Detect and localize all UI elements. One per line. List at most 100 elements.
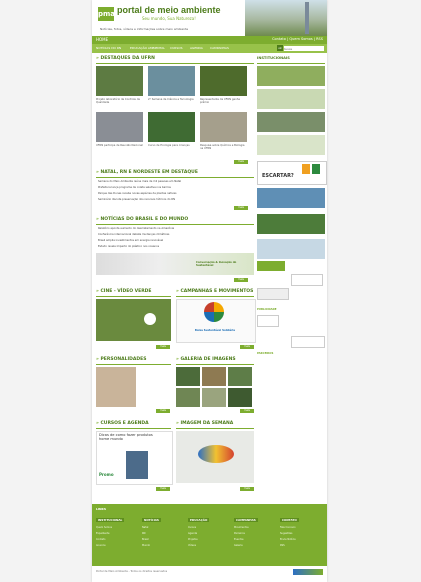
partner-logo[interactable] <box>257 315 279 327</box>
news-link[interactable]: Estudo revela impacto do plástico nos oc… <box>98 245 159 248</box>
news-photo[interactable] <box>96 112 143 142</box>
partner-logo[interactable] <box>257 261 285 271</box>
news-caption[interactable]: UFRN participa de Reunião Nacional <box>96 144 143 147</box>
footer-link[interactable]: Envie Notícia <box>280 538 296 541</box>
subnav-item[interactable]: AGENDA <box>190 46 203 50</box>
sidebar-banner[interactable] <box>257 135 325 155</box>
gallery-thumb[interactable] <box>176 367 200 386</box>
gallery-thumb[interactable] <box>228 388 252 407</box>
section-title: » IMAGEM DA SEMANA <box>176 421 254 429</box>
news-caption[interactable]: Curso de Ecologia para crianças <box>148 144 195 147</box>
section-title: » GALERIA DE IMAGENS <box>176 357 254 365</box>
more-button[interactable]: mais <box>240 487 254 491</box>
subnav-item[interactable]: CAMPANHAS <box>210 46 229 50</box>
footer-link[interactable]: RN <box>142 532 145 535</box>
news-caption[interactable]: Projeto laboratório de Controle de Quali… <box>96 98 143 104</box>
footer-link[interactable]: Movimentos <box>234 526 249 529</box>
news-caption[interactable]: Pesquisa sobre Química e Biologia na UFR… <box>200 144 247 150</box>
person-photo[interactable] <box>96 367 136 407</box>
news-photo[interactable] <box>148 66 195 96</box>
footer-link[interactable]: Quem Somos <box>96 526 112 529</box>
subnav-item[interactable]: CURSOS <box>170 46 183 50</box>
footer-link[interactable]: Cursos <box>188 526 196 529</box>
site-subtitle: Seu mundo, Sua Natureza! <box>142 16 196 21</box>
footer-link[interactable]: Projetos <box>188 538 198 541</box>
news-link[interactable]: Relatório aponta aumento do desmatamento… <box>98 227 174 230</box>
site-tagline: Notícias, fotos, vídeos e informações so… <box>100 27 189 31</box>
gallery-thumb[interactable] <box>202 367 226 386</box>
partner-logos-strip[interactable] <box>293 569 323 575</box>
news-link[interactable]: Prefeitura lança programa de coleta sele… <box>98 186 171 189</box>
more-button[interactable]: mais <box>234 160 248 164</box>
news-photo[interactable] <box>148 112 195 142</box>
footer-link[interactable]: Sugestões <box>280 532 292 535</box>
gallery-thumb[interactable] <box>228 367 252 386</box>
section-title: » DESTAQUES DA UFRN <box>96 56 254 64</box>
gallery-thumb[interactable] <box>202 388 226 407</box>
news-link[interactable]: Brasil amplia investimentos em energia r… <box>98 239 163 242</box>
footer-column-title: CAMPANHAS <box>234 518 258 522</box>
more-button[interactable]: mais <box>240 345 254 349</box>
sidebar-banner[interactable] <box>257 112 325 132</box>
partner-logo[interactable] <box>291 336 325 348</box>
footer-link[interactable]: Vídeos <box>188 544 196 547</box>
footer-column-title: INSTITUCIONAL <box>96 518 125 522</box>
bin-icon <box>302 164 310 174</box>
news-link[interactable]: Semana do Meio Ambiente reúne mais de mi… <box>98 180 181 183</box>
play-icon[interactable] <box>144 313 156 325</box>
nav-home-link[interactable]: HOME <box>96 37 108 42</box>
search-submit-button[interactable]: ok <box>277 45 283 51</box>
news-link[interactable]: Parque das Dunas recebe novas espécies d… <box>98 192 176 195</box>
sidebar-banner[interactable] <box>257 239 325 259</box>
footer-link[interactable]: Agenda <box>188 532 197 535</box>
footer-link[interactable]: Natal <box>142 526 148 529</box>
top-navbar: HOME Contato | Quem Somos | RSS <box>92 36 327 44</box>
more-button[interactable]: mais <box>156 487 170 491</box>
sidebar-banner[interactable] <box>257 66 325 86</box>
footer-link[interactable]: Expediente <box>96 532 110 535</box>
section-title: » NOTÍCIAS DO BRASIL E DO MUNDO <box>96 217 254 225</box>
escartar-banner[interactable]: ESCARTAR? <box>257 161 327 185</box>
sidebar-banner[interactable] <box>257 214 325 234</box>
footer-link[interactable]: Eventos <box>234 538 244 541</box>
footer-link[interactable]: Parceiros <box>234 532 245 535</box>
news-link[interactable]: Seminário discute preservação dos recurs… <box>98 198 175 201</box>
news-photo[interactable] <box>96 66 143 96</box>
footer-link[interactable]: Contato <box>96 538 105 541</box>
more-button[interactable]: mais <box>240 409 254 413</box>
subnav-item[interactable]: NOTÍCIAS DO RN <box>96 46 121 50</box>
news-link[interactable]: Conferência internacional debate mudança… <box>98 233 169 236</box>
news-photo[interactable] <box>200 66 247 96</box>
footer-link[interactable]: Mundo <box>142 544 150 547</box>
more-button[interactable]: mais <box>156 345 170 349</box>
footer-link[interactable]: RSS <box>280 544 285 547</box>
cursos-section: » CURSOS E AGENDA Dicas de como fazer pr… <box>96 421 173 491</box>
nav-utility-links[interactable]: Contato | Quem Somos | RSS <box>272 37 323 41</box>
footer-link[interactable]: Fale Conosco <box>280 526 296 529</box>
course-ad-image <box>126 451 148 479</box>
more-button[interactable]: mais <box>234 206 248 210</box>
sidebar-banner[interactable] <box>257 188 325 208</box>
news-caption[interactable]: Representante da UFRN ganha prêmio <box>200 98 247 104</box>
imagem-section: » IMAGEM DA SEMANA mais <box>176 421 254 491</box>
partner-logo[interactable] <box>291 274 323 286</box>
search-input[interactable] <box>284 46 324 51</box>
news-photo[interactable] <box>200 112 247 142</box>
more-button[interactable]: mais <box>156 409 170 413</box>
news-caption[interactable]: 2ª Semana de Ciência e Tecnologia <box>148 98 195 101</box>
footer-link[interactable]: Anuncie <box>96 544 106 547</box>
partner-logo[interactable] <box>257 288 289 300</box>
gallery-thumb[interactable] <box>176 388 200 407</box>
main-column: » DESTAQUES DA UFRN Projeto laboratório … <box>96 56 256 495</box>
subnav-item[interactable]: EDUCAÇÃO AMBIENTAL <box>130 46 165 50</box>
more-button[interactable]: mais <box>234 278 248 282</box>
video-player[interactable] <box>96 299 171 341</box>
right-column: INSTITUCIONAIS ESCARTAR? PUBLICIDADE PAR… <box>257 56 327 355</box>
header: pma portal de meio ambiente Seu mundo, S… <box>92 0 327 36</box>
site-logo[interactable]: pma <box>98 7 115 21</box>
footer-link[interactable]: Brasil <box>142 538 149 541</box>
site-title[interactable]: portal de meio ambiente <box>117 5 221 15</box>
footer-link[interactable]: Galeria <box>234 544 243 547</box>
sidebar-banner[interactable] <box>257 89 325 109</box>
footer-column-title: CONTATO <box>280 518 299 522</box>
